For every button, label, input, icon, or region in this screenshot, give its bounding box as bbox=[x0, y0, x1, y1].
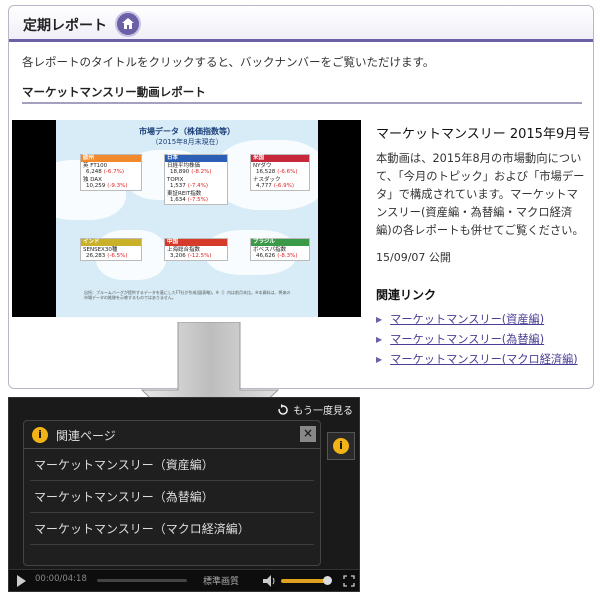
info-icon: i bbox=[333, 438, 349, 454]
related-page-macro[interactable]: マーケットマンスリー（マクロ経済編） bbox=[30, 513, 314, 545]
market-box-region: 欧州 bbox=[81, 155, 141, 162]
index-value: 3,206 bbox=[170, 253, 186, 259]
index-change: (-12.5%) bbox=[187, 253, 212, 259]
report-panel: 定期レポート 各レポートのタイトルをクリックすると、バックナンバーをご覧いただけ… bbox=[8, 5, 594, 389]
player-controls: 00:00/04:18 標準画質 bbox=[9, 569, 359, 591]
index-change: (-8.2%) bbox=[191, 169, 212, 175]
building-icon bbox=[115, 11, 141, 37]
market-box-region: 中国 bbox=[165, 239, 227, 246]
section-title: マーケットマンスリー動画レポート bbox=[22, 85, 206, 99]
info-icon: i bbox=[32, 427, 48, 443]
market-box: ブラジル ボベスパ指数 46,626 (-8.3%) bbox=[250, 238, 310, 261]
market-row: TOPIX 1,537 (-7.4%) bbox=[165, 176, 227, 190]
related-links: ▶ マーケットマンスリー(資産編) ▶ マーケットマンスリー(為替編) ▶ マーケット… bbox=[376, 309, 578, 369]
index-change: (-7.4%) bbox=[187, 183, 208, 189]
market-row: 独 DAX 10,259 (-9.3%) bbox=[81, 176, 141, 190]
replay-button[interactable]: もう一度見る bbox=[277, 402, 353, 417]
index-value: 1,537 bbox=[170, 183, 186, 189]
market-row: 英 FT100 6,248 (-6.7%) bbox=[81, 162, 141, 176]
panel-header: 定期レポート bbox=[9, 6, 593, 42]
market-box: 日本 日経平均株価 18,890 (-8.2%) TOPIX 1,537 (-7.4%) 東証… bbox=[164, 154, 228, 205]
bullet-icon: ▶ bbox=[376, 354, 383, 364]
video-title: マーケットマンスリー 2015年9月号 bbox=[376, 127, 591, 142]
market-box-region: ブラジル bbox=[251, 239, 309, 246]
info-button[interactable]: i bbox=[327, 432, 355, 460]
related-link-macro[interactable]: ▶ マーケットマンスリー(マクロ経済編) bbox=[376, 349, 578, 369]
related-page-asset[interactable]: マーケットマンスリー（資産編） bbox=[30, 449, 314, 481]
seek-bar[interactable] bbox=[97, 579, 187, 582]
market-box-region: インド bbox=[81, 239, 141, 246]
bullet-icon: ▶ bbox=[376, 334, 383, 344]
index-change: (-6.9%) bbox=[273, 183, 294, 189]
play-icon[interactable] bbox=[17, 575, 26, 587]
index-change: (-8.3%) bbox=[277, 253, 298, 259]
related-pages-header: i 関連ページ × bbox=[24, 421, 320, 449]
market-box: インド SENSEX30種 26,283 (-6.5%) bbox=[80, 238, 142, 261]
quality-selector[interactable]: 標準画質 bbox=[203, 574, 239, 587]
related-heading: 関連リンク bbox=[376, 288, 437, 302]
volume-slider[interactable] bbox=[281, 579, 325, 583]
index-change: (-6.5%) bbox=[107, 253, 128, 259]
video-player: もう一度見る i 関連ページ × マーケットマンスリー（資産編） マーケットマン… bbox=[8, 397, 360, 592]
video-description: 本動画は、2015年8月の市場動向について、「今月のトピック」および「市場データ… bbox=[376, 152, 585, 237]
related-link-fx[interactable]: ▶ マーケットマンスリー(為替編) bbox=[376, 329, 578, 349]
thumbnail-title: 市場データ（株価指数等） bbox=[139, 127, 235, 136]
market-box-region: 日本 bbox=[165, 155, 227, 162]
market-row: 上海総合指数 3,206 (-12.5%) bbox=[165, 246, 227, 260]
market-box: 米国 NYダウ 16,528 (-6.6%) ナスダック 4,777 (-6.9%) bbox=[250, 154, 310, 191]
market-row: ナスダック 4,777 (-6.9%) bbox=[251, 176, 309, 190]
related-link-asset[interactable]: ▶ マーケットマンスリー(資産編) bbox=[376, 309, 578, 329]
bullet-icon: ▶ bbox=[376, 314, 383, 324]
market-row: 東証REIT指数 1,634 (-7.5%) bbox=[165, 190, 227, 204]
replay-icon bbox=[278, 403, 289, 415]
fullscreen-icon[interactable] bbox=[343, 575, 355, 587]
section-divider bbox=[22, 102, 582, 104]
volume-icon[interactable] bbox=[263, 575, 277, 587]
market-row: SENSEX30種 26,283 (-6.5%) bbox=[81, 246, 141, 260]
replay-label: もう一度見る bbox=[293, 406, 353, 417]
related-pages-panel: i 関連ページ × マーケットマンスリー（資産編） マーケットマンスリー（為替編… bbox=[23, 420, 321, 566]
index-value: 16,528 bbox=[256, 169, 276, 175]
index-change: (-6.6%) bbox=[277, 169, 298, 175]
close-button[interactable]: × bbox=[300, 426, 316, 442]
market-box-region: 米国 bbox=[251, 155, 309, 162]
index-value: 6,248 bbox=[86, 169, 102, 175]
video-date: 15/09/07 公開 bbox=[376, 251, 451, 264]
market-row: ボベスパ指数 46,626 (-8.3%) bbox=[251, 246, 309, 260]
index-change: (-6.7%) bbox=[103, 169, 124, 175]
market-box: 中国 上海総合指数 3,206 (-12.5%) bbox=[164, 238, 228, 261]
intro-text: 各レポートのタイトルをクリックすると、バックナンバーをご覧いただけます。 bbox=[22, 55, 435, 69]
related-page-fx[interactable]: マーケットマンスリー（為替編） bbox=[30, 481, 314, 513]
index-change: (-7.5%) bbox=[187, 197, 208, 203]
thumbnail-subtitle: （2015年8月末現在） bbox=[151, 138, 223, 146]
time-display: 00:00/04:18 bbox=[35, 574, 87, 584]
volume-handle[interactable] bbox=[323, 576, 332, 585]
market-row: 日経平均株価 18,890 (-8.2%) bbox=[165, 162, 227, 176]
video-thumbnail[interactable]: 市場データ（株価指数等） （2015年8月末現在） 欧州英 FT100 6,248… bbox=[12, 120, 361, 317]
index-change: (-9.3%) bbox=[107, 183, 128, 189]
index-value: 4,777 bbox=[256, 183, 272, 189]
index-value: 18,890 bbox=[170, 169, 190, 175]
market-row: NYダウ 16,528 (-6.6%) bbox=[251, 162, 309, 176]
related-pages-title: 関連ページ bbox=[56, 429, 116, 443]
thumbnail-note: 出所：ブルームバーグが提供するデータを基にしたFT社が作成(図表略)。※（）内は… bbox=[84, 290, 291, 300]
index-value: 1,634 bbox=[170, 197, 186, 203]
panel-title: 定期レポート bbox=[23, 18, 107, 34]
market-map-image: 市場データ（株価指数等） （2015年8月末現在） 欧州英 FT100 6,248… bbox=[56, 120, 318, 317]
index-value: 10,259 bbox=[86, 183, 106, 189]
market-box: 欧州英 FT100 6,248 (-6.7%) 独 DAX 10,259 (-9.3%) bbox=[80, 154, 142, 191]
index-value: 26,283 bbox=[86, 253, 106, 259]
index-value: 46,626 bbox=[256, 253, 276, 259]
